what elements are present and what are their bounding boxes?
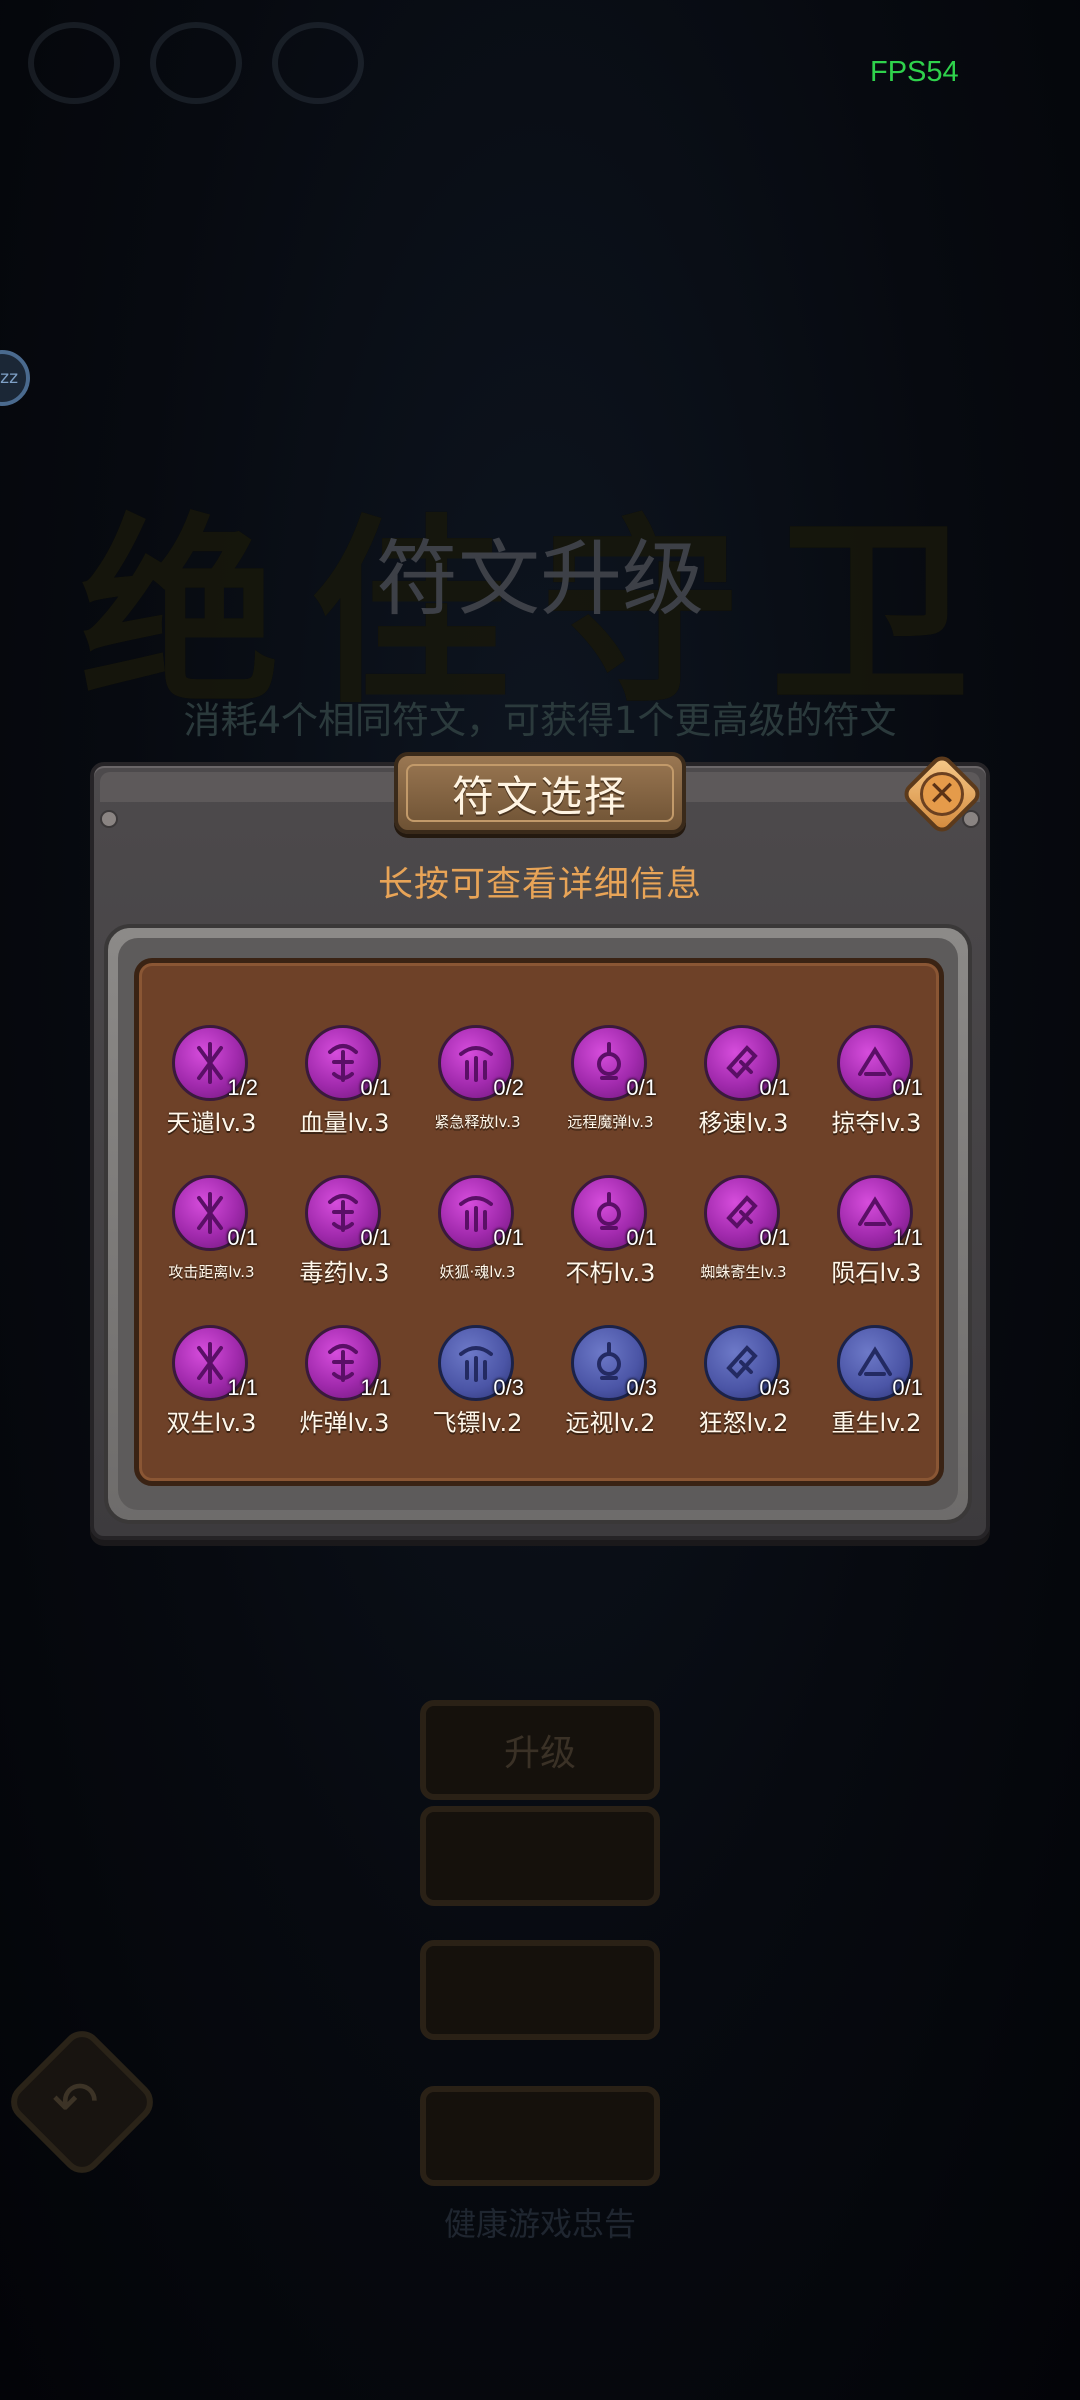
rune-name: 远视lv.2 <box>565 1409 656 1437</box>
rune-count: 0/1 <box>892 1075 923 1100</box>
rune-item[interactable]: 1/1 陨石lv.3 <box>810 1175 939 1325</box>
rune-name: 妖狐·魂lv.3 <box>439 1263 516 1281</box>
rune-label: 攻速lv.3 <box>279 963 399 967</box>
long-press-hint: 长按可查看详细信息 <box>377 865 702 905</box>
rune-item[interactable]: 0/1 妖狐·魂lv.3 <box>411 1175 544 1325</box>
rune-item[interactable]: 0/1 不朽lv.3 <box>544 1175 677 1325</box>
rune-name: 飞镖lv.2 <box>432 1409 523 1437</box>
rune-count: 0/1 <box>626 1225 657 1250</box>
rune-item[interactable]: 1/1 炸弹lv.3 <box>278 1325 411 1475</box>
rune-name: 不朽lv.3 <box>565 1259 656 1287</box>
rune-item[interactable]: 0/3 狂怒lv.2 <box>677 1325 810 1475</box>
rune-name: 陨石lv.3 <box>831 1259 922 1287</box>
game-screen: FPS54 zz 绝佳守卫 符文升级 消耗4个相同符文，可获得1个更高级的符文 … <box>0 0 1080 2400</box>
rune-item[interactable]: 0/1 毒药lv.3 <box>278 1175 411 1325</box>
rune-count: 0/3 <box>493 1375 524 1400</box>
rune-item[interactable]: 0/1 攻击距离lv.3 <box>145 1175 278 1325</box>
rune-item[interactable]: 1/2 天谴lv.3 <box>145 1025 278 1175</box>
dialog-title-plate: 符文选择 <box>394 752 686 834</box>
rune-count: 0/1 <box>360 1225 391 1250</box>
rune-count: 0/2 <box>493 1075 524 1100</box>
rune-name: 炸弹lv.3 <box>299 1409 390 1437</box>
rune-name: 重生lv.2 <box>831 1409 922 1437</box>
health-notice: 健康游戏忠告 <box>443 2205 636 2243</box>
rune-count: 0/1 <box>227 1225 258 1250</box>
rune-item[interactable]: 0/2 紧急释放lv.3 <box>411 1025 544 1175</box>
top-icons <box>28 22 364 104</box>
rune-name: 狂怒lv.2 <box>698 1409 789 1437</box>
rune-label: 攻击lv.3 <box>546 963 666 967</box>
top-icon <box>28 22 120 104</box>
rune-item[interactable]: 0/1 掠夺lv.3 <box>810 1025 939 1175</box>
rune-item[interactable]: 0/3 远视lv.2 <box>544 1325 677 1475</box>
rune-item[interactable]: 1/1 双生lv.3 <box>145 1325 278 1475</box>
rune-name: 移速lv.3 <box>698 1109 789 1137</box>
rune-count: 0/1 <box>759 1075 790 1100</box>
rune-label: 连锁lv.3 <box>812 963 932 967</box>
rune-label: 生命lv.3 <box>146 963 266 967</box>
rune-count: 1/2 <box>227 1075 258 1100</box>
rune-count: 0/1 <box>360 1075 391 1100</box>
rune-name: 蜘蛛寄生lv.3 <box>700 1263 787 1281</box>
fps-counter: FPS54 <box>870 56 959 88</box>
rune-item[interactable]: 0/1 远程魔弹lv.3 <box>544 1025 677 1175</box>
rune-name: 紧急释放lv.3 <box>434 1113 521 1131</box>
rune-count: 1/1 <box>227 1375 258 1400</box>
rune-count: 0/1 <box>626 1075 657 1100</box>
rune-count: 1/1 <box>360 1375 391 1400</box>
top-icon <box>150 22 242 104</box>
rune-name: 双生lv.3 <box>166 1409 257 1437</box>
page-subtitle: 消耗4个相同符文，可获得1个更高级的符文 <box>183 699 897 742</box>
rune-label: 闪避lv.3 <box>679 963 799 967</box>
top-icon <box>272 22 364 104</box>
rune-name: 远程魔弹lv.3 <box>567 1113 654 1131</box>
rune-name: 掠夺lv.3 <box>831 1109 922 1137</box>
rune-name: 攻击距离lv.3 <box>168 1263 255 1281</box>
rune-item[interactable]: 0/1 血量lv.3 <box>278 1025 411 1175</box>
back-arrow-icon: ↶ <box>52 2070 99 2135</box>
rune-name: 血量lv.3 <box>299 1109 390 1137</box>
background-button <box>420 2086 660 2186</box>
rune-item[interactable]: 0/3 飞镖lv.2 <box>411 1325 544 1475</box>
scrolled-row-peek: 生命lv.3 攻速lv.3 暴击lv.3 攻击lv.3 闪避lv.3 连锁lv.… <box>139 963 939 979</box>
rune-count: 0/3 <box>626 1375 657 1400</box>
rune-count: 0/3 <box>759 1375 790 1400</box>
rune-count: 0/1 <box>759 1225 790 1250</box>
rune-list[interactable]: 生命lv.3 攻速lv.3 暴击lv.3 攻击lv.3 闪避lv.3 连锁lv.… <box>134 958 944 1486</box>
rune-item[interactable]: 0/1 移速lv.3 <box>677 1025 810 1175</box>
rune-grid: 1/2 天谴lv.3 0/1 血量lv.3 0/2 紧急释放lv.3 0/1 远程魔弹lv.3… <box>145 1025 939 1475</box>
rune-item[interactable]: 0/1 蜘蛛寄生lv.3 <box>677 1175 810 1325</box>
close-button[interactable]: ✕ <box>899 751 985 837</box>
dialog-title: 符文选择 <box>451 771 628 821</box>
rune-label: 暴击lv.3 <box>412 963 532 967</box>
rune-count: 0/1 <box>493 1225 524 1250</box>
background-button <box>420 1806 660 1906</box>
rune-count: 0/1 <box>892 1375 923 1400</box>
rune-name: 毒药lv.3 <box>299 1259 390 1287</box>
upgrade-button: 升级 <box>420 1700 660 1800</box>
page-title: 符文升级 <box>375 532 704 627</box>
background-button <box>420 1940 660 2040</box>
rune-name: 天谴lv.3 <box>166 1109 257 1137</box>
close-x-icon: ✕ <box>920 772 964 816</box>
sleep-badge[interactable]: zz <box>0 350 30 406</box>
rune-item[interactable]: 0/1 重生lv.2 <box>810 1325 939 1475</box>
rune-count: 1/1 <box>892 1225 923 1250</box>
rivet <box>100 810 118 828</box>
